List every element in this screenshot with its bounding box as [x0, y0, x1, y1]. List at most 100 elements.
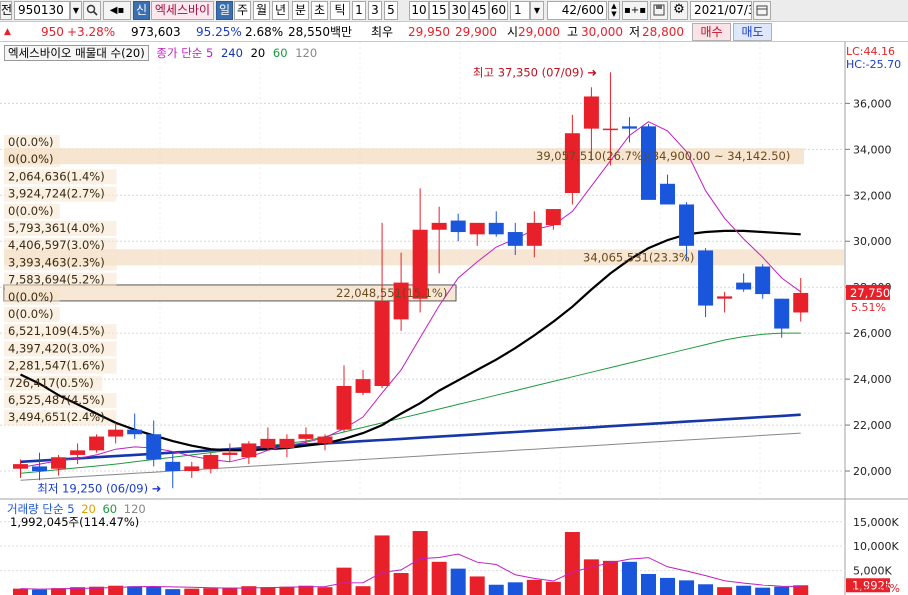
candle-body[interactable]	[545, 209, 561, 226]
volume-bar[interactable]	[393, 573, 409, 595]
candle-body[interactable]	[507, 232, 523, 246]
period-select[interactable]: 1	[510, 1, 530, 20]
volume-bar[interactable]	[355, 586, 371, 595]
volume-bar[interactable]	[602, 560, 618, 595]
date-field[interactable]: 2021/07/3	[690, 1, 752, 20]
sell-button[interactable]: 매도	[733, 23, 772, 41]
calendar-icon[interactable]	[753, 1, 771, 20]
volume-bar[interactable]	[640, 574, 656, 595]
candle-body[interactable]	[355, 379, 371, 393]
volume-bar[interactable]	[621, 561, 637, 595]
buy-button[interactable]: 매수	[692, 23, 731, 41]
volume-bar[interactable]	[717, 587, 733, 595]
volume-bar[interactable]	[260, 587, 276, 595]
tab-tick[interactable]: 틱	[330, 1, 350, 20]
volume-bar[interactable]	[526, 579, 542, 595]
candle-body[interactable]	[108, 429, 124, 437]
candle-body[interactable]	[127, 429, 143, 435]
candle-body[interactable]	[89, 436, 105, 451]
period-5[interactable]: 5	[384, 1, 398, 20]
volume-bars[interactable]	[13, 531, 809, 595]
candle-body[interactable]	[241, 443, 257, 458]
period-15[interactable]: 15	[429, 1, 449, 20]
candle-body[interactable]	[165, 461, 181, 472]
volume-bar[interactable]	[127, 586, 143, 595]
candle-body[interactable]	[70, 450, 86, 455]
volume-bar[interactable]	[469, 576, 485, 595]
candle-body[interactable]	[679, 204, 695, 246]
volume-bar[interactable]	[450, 568, 466, 595]
volume-bar[interactable]	[660, 577, 676, 595]
volume-bar[interactable]	[431, 561, 447, 595]
tab-month[interactable]: 월	[253, 1, 270, 20]
period-60[interactable]: 60	[489, 1, 508, 20]
tab-week[interactable]: 주	[234, 1, 251, 20]
volume-bar[interactable]	[736, 585, 752, 595]
candle-body[interactable]	[736, 282, 752, 290]
candle-body[interactable]	[698, 250, 714, 306]
candle-body[interactable]	[660, 183, 676, 205]
volume-bar[interactable]	[336, 567, 352, 595]
candle-body[interactable]	[602, 128, 618, 131]
volume-bar[interactable]	[583, 559, 599, 595]
indicator-name[interactable]: 엑세스바이오 매물대 수(20)	[4, 45, 149, 61]
period-1[interactable]: 1	[352, 1, 366, 20]
gear-icon[interactable]: ⚙	[670, 1, 688, 20]
candle-body[interactable]	[717, 296, 733, 299]
candle-body[interactable]	[793, 292, 809, 313]
volume-bar[interactable]	[412, 531, 428, 595]
zoom-icon[interactable]: ▪+▪	[622, 1, 648, 20]
data-count-field[interactable]: 42/600	[547, 1, 607, 20]
candle-body[interactable]	[184, 466, 200, 472]
period-30[interactable]: 30	[449, 1, 469, 20]
volume-bar[interactable]	[279, 586, 295, 595]
candle-body[interactable]	[279, 438, 295, 449]
volume-bar[interactable]	[165, 589, 181, 595]
candle-body[interactable]	[13, 464, 28, 469]
volume-bar[interactable]	[184, 588, 200, 595]
candle-body[interactable]	[336, 386, 352, 430]
search-icon[interactable]	[83, 1, 101, 20]
volume-bar[interactable]	[507, 582, 523, 595]
price-chart-area[interactable]: 36,00034,00032,00030,00028,00026,00024,0…	[0, 42, 908, 595]
volume-bar[interactable]	[317, 587, 333, 595]
volume-bar[interactable]	[222, 587, 238, 595]
volume-bar[interactable]	[488, 584, 504, 595]
volume-bar[interactable]	[13, 588, 28, 595]
volume-bar[interactable]	[203, 588, 219, 595]
volume-bar[interactable]	[146, 586, 162, 595]
candle-body[interactable]	[222, 452, 238, 455]
candle-body[interactable]	[146, 434, 162, 460]
candle-body[interactable]	[526, 222, 542, 246]
volume-bar[interactable]	[698, 584, 714, 595]
candle-body[interactable]	[374, 300, 390, 386]
candle-body[interactable]	[431, 222, 447, 230]
volume-bar[interactable]	[374, 535, 390, 595]
stepper-icon[interactable]: ▲ ▼	[608, 1, 620, 20]
volume-bar[interactable]	[32, 589, 48, 595]
candle-body[interactable]	[260, 438, 276, 449]
save-icon[interactable]	[650, 1, 668, 20]
volume-bar[interactable]	[679, 580, 695, 595]
chevron-down-icon[interactable]: ▼	[70, 1, 82, 20]
candle-body[interactable]	[203, 454, 219, 469]
tab-year[interactable]: 년	[272, 1, 289, 20]
candle-body[interactable]	[583, 96, 599, 129]
tab-second[interactable]: 초	[311, 1, 328, 20]
tab-new[interactable]: 신	[133, 1, 150, 20]
candle-body[interactable]	[469, 222, 485, 235]
period-10[interactable]: 10	[409, 1, 429, 20]
candle-body[interactable]	[51, 457, 67, 469]
candle-body[interactable]	[774, 298, 790, 329]
chevron-down-icon[interactable]: ▼	[530, 1, 544, 20]
candle-body[interactable]	[488, 222, 504, 235]
stock-code-input[interactable]: 950130	[14, 1, 70, 20]
candle-body[interactable]	[32, 466, 48, 472]
candle-body[interactable]	[298, 434, 314, 439]
candle-body[interactable]	[450, 220, 466, 233]
candle-body[interactable]	[317, 436, 333, 444]
candle-body[interactable]	[621, 126, 637, 129]
period-45[interactable]: 45	[469, 1, 489, 20]
volume-bar[interactable]	[774, 586, 790, 595]
speaker-icon[interactable]: ◀▪	[103, 1, 131, 20]
